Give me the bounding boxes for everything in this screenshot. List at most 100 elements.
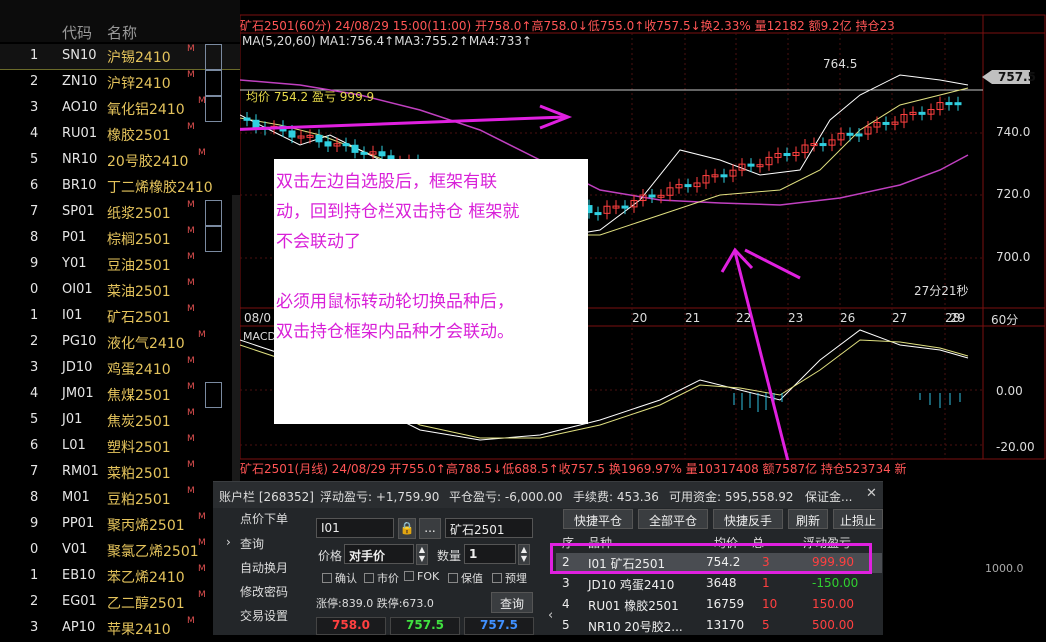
highlight-box	[550, 543, 872, 574]
watchlist-row[interactable]: 8 P01 棕榈2501 M	[0, 226, 240, 252]
watchlist-row[interactable]: 7 RM01 菜粕2501 M	[0, 460, 240, 486]
pos-name: NR10 20号胶2...	[588, 620, 683, 634]
option-label: 市价	[377, 572, 399, 585]
row-name: 聚丙烯2501	[107, 518, 185, 534]
quantity-input[interactable]: 1	[464, 544, 516, 564]
row-index: 0	[30, 542, 39, 557]
more-button[interactable]: ...	[419, 518, 441, 539]
price-tick-label: 700.0	[996, 250, 1031, 264]
watchlist-row[interactable]: 0 OI01 菜油2501 M	[0, 278, 240, 304]
ask-price-button[interactable]: 757.5	[390, 617, 460, 635]
margin-flag: M	[187, 460, 195, 470]
margin-flag: M	[187, 616, 195, 626]
watchlist-row[interactable]: 7 SP01 纸浆2501 M	[0, 200, 240, 226]
row-name: 聚氯乙烯2501	[107, 544, 199, 560]
price-stepper[interactable]: ▲ ▼	[416, 544, 428, 565]
option-checkbox[interactable]: 确认	[322, 570, 357, 586]
watchlist-row[interactable]: 6 BR10 丁二烯橡胶2410	[0, 174, 240, 200]
candle-body	[351, 144, 359, 153]
menu-item-click-order[interactable]: 点价下单	[240, 510, 288, 527]
option-checkbox[interactable]: 预埋	[492, 570, 527, 586]
quantity-label: 数量	[437, 549, 462, 563]
chevron-right-icon: ›	[226, 535, 231, 549]
row-code: M01	[62, 490, 90, 505]
price-type-select[interactable]: 对手价	[344, 544, 414, 564]
row-code: AP10	[62, 620, 96, 635]
row-index: 4	[30, 126, 39, 141]
watchlist-row[interactable]: 4 RU01 橡胶2501 M	[0, 122, 240, 148]
watchlist-row[interactable]: 3 JD10 鸡蛋2410 M	[0, 356, 240, 382]
row-name: 焦煤2501	[107, 388, 171, 404]
fee: 手续费: 453.36	[573, 490, 659, 504]
quick-reverse-button[interactable]: 快捷反手	[713, 509, 783, 529]
contract-code-input[interactable]: I01	[316, 518, 394, 538]
ma-indicator-line: MA(5,20,60) MA1:756.4↑MA3:755.2↑MA4:733↑	[242, 34, 533, 48]
close-all-button[interactable]: 全部平仓	[638, 509, 708, 529]
checkbox-icon	[492, 573, 502, 583]
watchlist-row[interactable]: 1 EB10 苯乙烯2410 M	[0, 564, 240, 590]
row-code: PG10	[62, 334, 97, 349]
watchlist-row[interactable]: 4 JM01 焦煤2501 M	[0, 382, 240, 408]
watchlist-row[interactable]: 3 AO10 氧化铝2410 M	[0, 96, 240, 122]
row-index: 9	[30, 256, 39, 271]
note-line: 双击左边自选股后，框架有联	[276, 172, 497, 192]
candle-body	[648, 194, 656, 198]
option-label: 确认	[335, 572, 357, 585]
ticker-bar-top: 矿石2501(60分) 24/08/29 15:00(11:00) 开758.0…	[240, 19, 895, 33]
watchlist-row[interactable]: 5 NR10 20号胶2410 M	[0, 148, 240, 174]
menu-item-change-password[interactable]: 修改密码	[240, 583, 288, 600]
menu-item-query[interactable]: 查询	[240, 535, 264, 552]
row-index: 8	[30, 230, 39, 245]
watchlist-row[interactable]: 1 SN10 沪锡2410 M	[0, 44, 240, 70]
watchlist-row[interactable]: 5 J01 焦炭2501 M	[0, 408, 240, 434]
margin-flag: M	[187, 122, 195, 132]
watchlist-row[interactable]: 9 Y01 豆油2501 M	[0, 252, 240, 278]
candle-body	[846, 132, 854, 136]
last-price-button[interactable]: 757.5	[464, 617, 534, 635]
watchlist-row[interactable]: 3 AP10 苹果2410 M	[0, 616, 240, 642]
watchlist-row[interactable]: 0 V01 聚氯乙烯2501 M	[0, 538, 240, 564]
row-code: L01	[62, 438, 86, 453]
margin-flag: M	[187, 226, 195, 236]
option-checkbox[interactable]: 市价	[364, 570, 399, 586]
query-button[interactable]: 查询	[491, 592, 533, 613]
row-index: 3	[30, 100, 39, 115]
checkbox-icon	[364, 573, 374, 583]
refresh-button[interactable]: 刷新	[788, 509, 828, 529]
watchlist-row[interactable]: 9 PP01 聚丙烯2501 M	[0, 512, 240, 538]
watchlist-row[interactable]: 6 L01 塑料2501 M	[0, 434, 240, 460]
quick-close-button[interactable]: 快捷平仓	[563, 509, 633, 529]
menu-item-trade-settings[interactable]: 交易设置	[240, 607, 288, 624]
chevron-left-icon[interactable]: ‹	[548, 608, 553, 623]
option-checkbox[interactable]: 保值	[448, 570, 483, 586]
watchlist-row[interactable]: 2 EG01 乙二醇2501 M	[0, 590, 240, 616]
candle-body	[315, 134, 323, 143]
row-index: 9	[30, 516, 39, 531]
row-name: 矿石2501	[107, 310, 171, 326]
margin-flag: M	[198, 330, 206, 340]
col-code-header: 代码	[62, 24, 93, 42]
option-label: 预埋	[505, 572, 527, 585]
macd-label: MACD	[243, 330, 276, 343]
position-row[interactable]: 5 NR10 20号胶2... 13170 5 500.00	[556, 616, 882, 636]
position-row[interactable]: 4 RU01 橡胶2501 16759 10 150.00	[556, 595, 882, 615]
close-icon[interactable]: ✕	[866, 486, 877, 501]
quantity-stepper[interactable]: ▲ ▼	[518, 544, 530, 565]
watchlist-row[interactable]: 1 I01 矿石2501 M	[0, 304, 240, 330]
lock-icon[interactable]: 🔒	[398, 518, 416, 539]
option-checkbox[interactable]: FOK	[404, 570, 439, 583]
note-line: 必须用鼠标转动轮切换品种后，	[276, 292, 514, 312]
row-code: RU01	[62, 126, 98, 141]
bid-price-button[interactable]: 758.0	[316, 617, 386, 635]
row-name: 氧化铝2410	[107, 102, 185, 118]
margin-flag: M	[198, 538, 206, 548]
date-tick-label: 26	[840, 311, 856, 325]
watchlist-row[interactable]: 2 PG10 液化气2410 M	[0, 330, 240, 356]
macd-tick-label: 0.00	[996, 384, 1023, 398]
position-row[interactable]: 3 JD10 鸡蛋2410 3648 1 -150.00	[556, 574, 882, 594]
stop-loss-button[interactable]: 止损止	[833, 509, 883, 529]
watchlist-row[interactable]: 8 M01 豆粕2501 M	[0, 486, 240, 512]
watchlist-row[interactable]: 2 ZN10 沪锌2410 M	[0, 70, 240, 96]
menu-item-auto-rollover[interactable]: 自动换月	[240, 559, 288, 576]
margin-flag: M	[187, 278, 195, 288]
